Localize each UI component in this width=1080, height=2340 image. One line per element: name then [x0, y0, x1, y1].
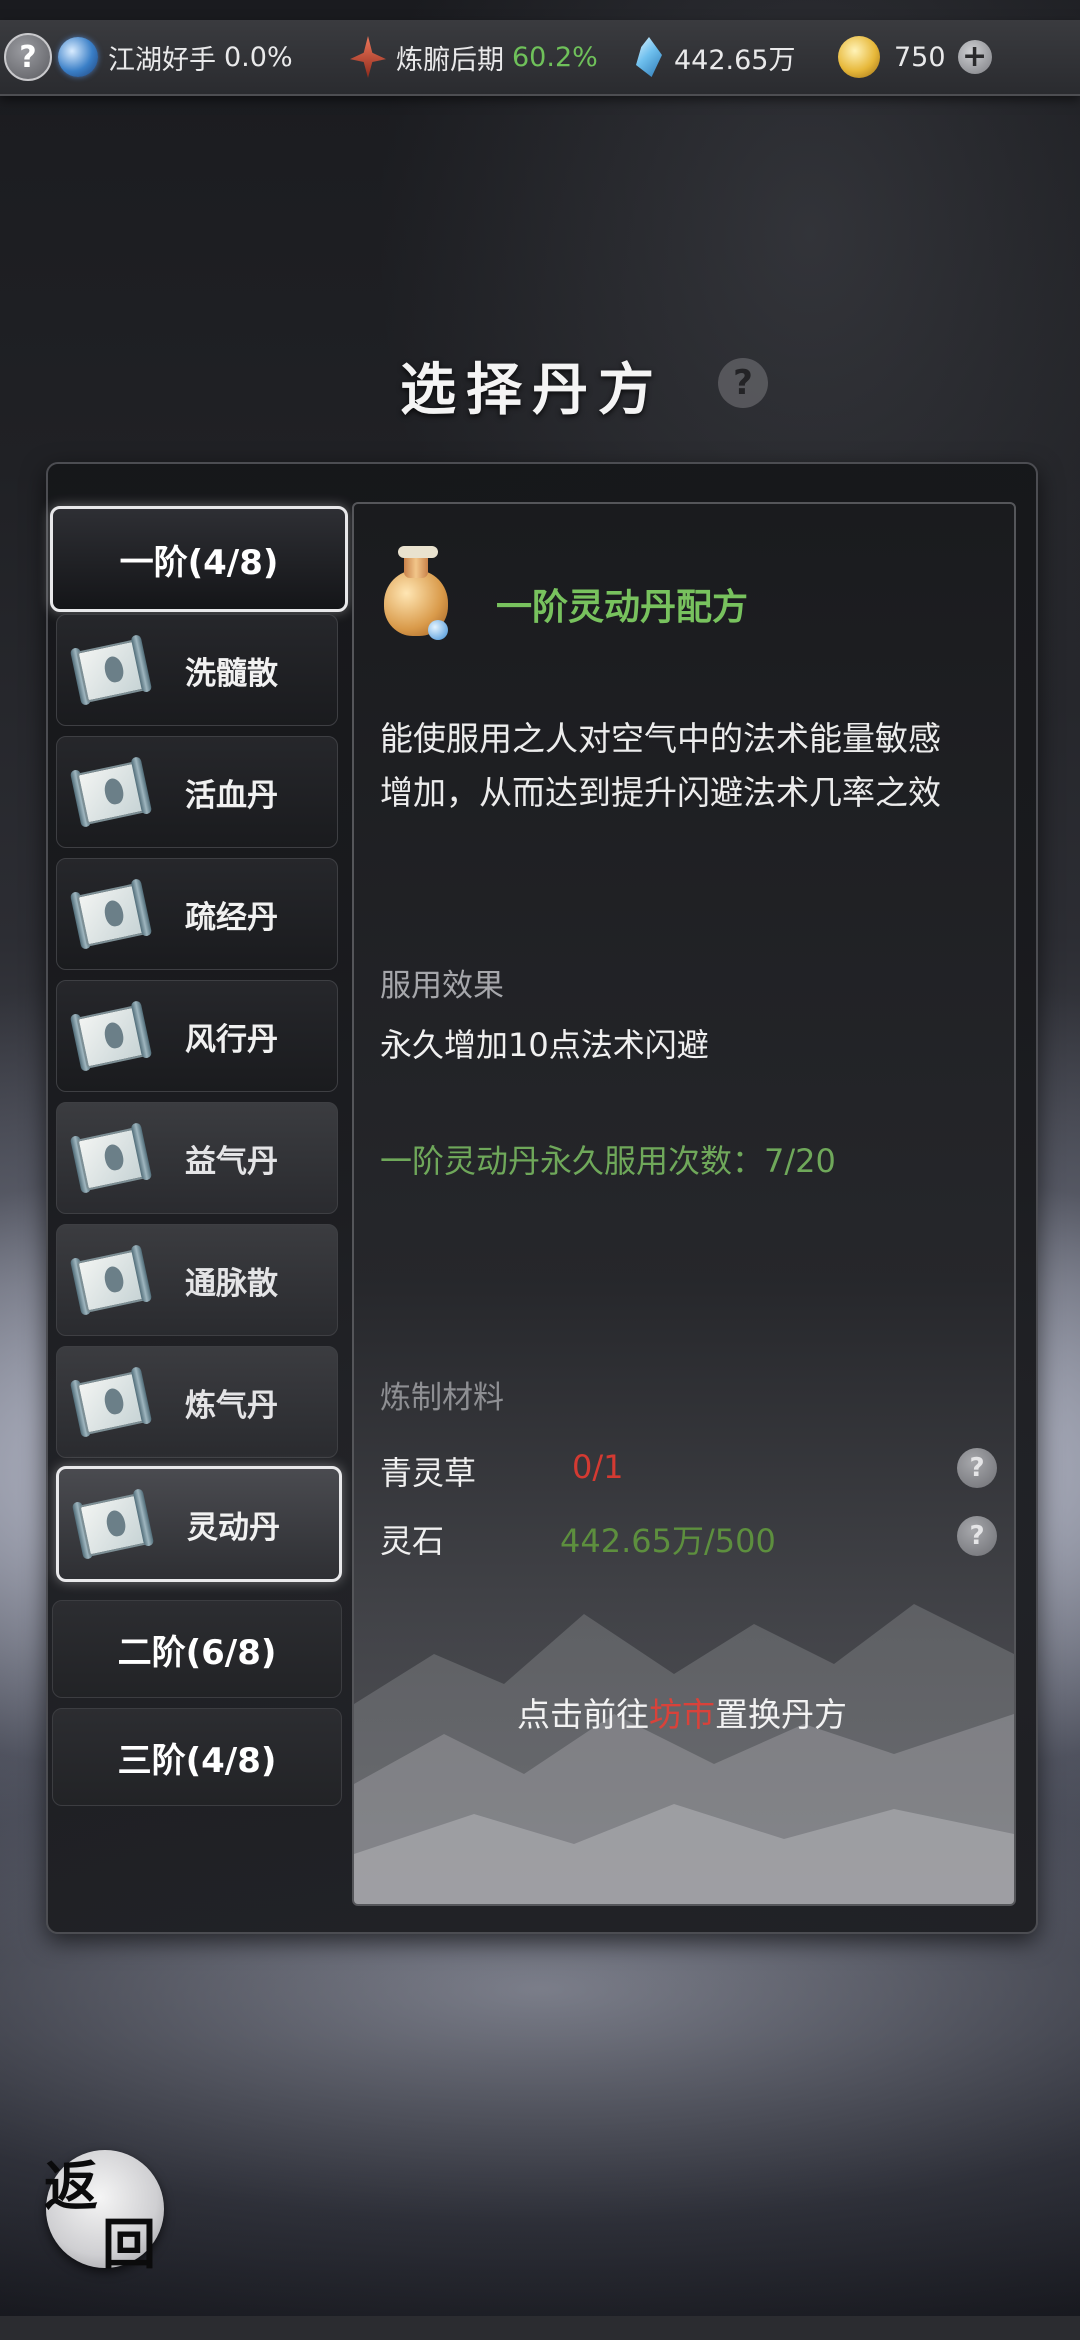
back-char: 返: [44, 2154, 98, 2218]
back-char: 回: [102, 2212, 156, 2276]
recipe-name: 通脉散: [185, 1265, 278, 1302]
recipe-description: 能使服用之人对空气中的法术能量敏感 增加，从而达到提升闪避法术几率之效: [380, 712, 990, 820]
materials-label: 炼制材料: [380, 1380, 504, 1416]
material-name: 青灵草: [380, 1454, 477, 1492]
effect-label: 服用效果: [380, 968, 504, 1004]
recipe-item[interactable]: 益气丹: [56, 1102, 338, 1214]
material-help-icon[interactable]: ?: [957, 1516, 997, 1556]
recipe-name: 疏经丹: [185, 899, 278, 936]
scroll-icon: [71, 1488, 155, 1560]
sect-rank[interactable]: 江湖好手 0.0%: [58, 20, 293, 94]
tier-tab-3[interactable]: 三阶(4/8): [52, 1708, 342, 1806]
spirit-stone-icon: [636, 37, 662, 77]
coin-icon: [838, 36, 880, 78]
material-help-icon[interactable]: ?: [957, 1448, 997, 1488]
title-help-icon[interactable]: ?: [718, 358, 768, 408]
page-title: 选择丹方: [400, 357, 664, 423]
material-qty: 0/1: [572, 1448, 624, 1486]
scroll-icon: [69, 1000, 153, 1072]
cultivation-realm[interactable]: 炼腑后期 60.2%: [350, 20, 598, 94]
add-coin-button[interactable]: +: [957, 40, 992, 74]
elixir-bottle-icon: [382, 546, 454, 642]
sect-rank-value: 0.0%: [224, 41, 293, 73]
scroll-icon: [69, 1366, 153, 1438]
material-name: 灵石: [380, 1522, 445, 1560]
realm-flame-icon: [350, 36, 386, 78]
bottom-edge: [0, 2316, 1080, 2340]
scroll-icon: [69, 878, 153, 950]
recipe-name: 风行丹: [185, 1021, 278, 1058]
taichi-icon: [58, 37, 98, 77]
spirit-stone-counter[interactable]: 442.65万: [636, 20, 795, 94]
scroll-icon: [69, 756, 153, 828]
recipe-name: 活血丹: [185, 777, 278, 814]
description-line: 增加，从而达到提升闪避法术几率之效: [380, 773, 941, 812]
realm-label: 炼腑后期: [396, 44, 504, 76]
help-icon: ?: [4, 33, 52, 81]
goto-suffix: 置换丹方: [715, 1695, 847, 1734]
description-line: 能使服用之人对空气中的法术能量敏感: [380, 719, 941, 758]
recipe-name: 益气丹: [185, 1143, 278, 1180]
help-button[interactable]: ?: [4, 20, 52, 94]
recipe-item[interactable]: 风行丹: [56, 980, 338, 1092]
effect-text: 永久增加10点法术闪避: [380, 1026, 709, 1064]
goto-prefix: 点击前往: [517, 1695, 649, 1734]
recipe-name: 洗髓散: [185, 655, 278, 692]
top-status-bar: ? 江湖好手 0.0% 炼腑后期 60.2% 442.65万 750 +: [0, 20, 1080, 96]
goto-market-link[interactable]: 点击前往坊市置换丹方: [352, 1688, 1012, 1736]
market-link[interactable]: 坊市: [649, 1695, 715, 1734]
scroll-icon: [69, 1122, 153, 1194]
recipe-item[interactable]: 洗髓散: [56, 614, 338, 726]
recipe-item[interactable]: 通脉散: [56, 1224, 338, 1336]
material-qty: 442.65万/500: [560, 1522, 776, 1560]
recipe-item-selected[interactable]: 灵动丹: [56, 1466, 342, 1582]
spirit-stone-value: 442.65万: [674, 44, 796, 76]
sect-rank-label: 江湖好手: [108, 44, 216, 76]
recipe-name: 灵动丹: [187, 1509, 280, 1546]
coin-value: 750: [894, 41, 946, 73]
scroll-icon: [69, 634, 153, 706]
recipe-title: 一阶灵动丹配方: [496, 587, 749, 628]
recipe-item[interactable]: 疏经丹: [56, 858, 338, 970]
tier-tab-1[interactable]: 一阶(4/8): [50, 506, 348, 612]
screen: ? 江湖好手 0.0% 炼腑后期 60.2% 442.65万 750 + 选择丹…: [0, 0, 1080, 2340]
recipe-name: 炼气丹: [185, 1387, 278, 1424]
tier-tab-2[interactable]: 二阶(6/8): [52, 1600, 342, 1698]
usage-count: 一阶灵动丹永久服用次数：7/20: [380, 1142, 836, 1180]
coin-counter[interactable]: 750 +: [838, 20, 992, 94]
recipe-item[interactable]: 炼气丹: [56, 1346, 338, 1458]
realm-progress: 60.2%: [512, 41, 598, 73]
scroll-icon: [69, 1244, 153, 1316]
recipe-item[interactable]: 活血丹: [56, 736, 338, 848]
